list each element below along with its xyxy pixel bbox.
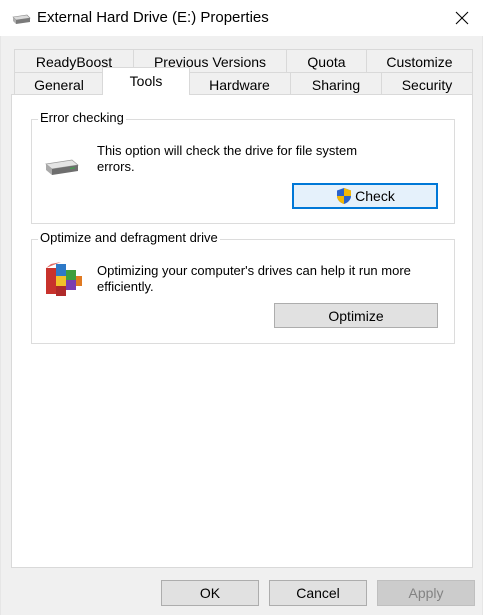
optimize-description-line1: Optimizing your computer's drives can he… bbox=[97, 263, 411, 278]
tab-customize[interactable]: Customize bbox=[366, 49, 473, 73]
error-checking-legend: Error checking bbox=[38, 110, 126, 125]
tab-sharing[interactable]: Sharing bbox=[290, 72, 382, 96]
hard-drive-icon bbox=[45, 159, 79, 175]
apply-button-label: Apply bbox=[408, 585, 444, 601]
tab-tools[interactable]: Tools bbox=[102, 67, 190, 95]
tab-hardware[interactable]: Hardware bbox=[188, 72, 291, 96]
optimize-button-label: Optimize bbox=[328, 307, 384, 324]
ok-button-label: OK bbox=[199, 585, 221, 601]
optimize-group: Optimize and defragment drive Optimizing… bbox=[31, 230, 455, 344]
error-checking-description-line2: errors. bbox=[97, 159, 135, 174]
defragment-icon bbox=[46, 262, 82, 296]
check-button-label: Check bbox=[355, 188, 395, 204]
check-button[interactable]: Check bbox=[292, 183, 438, 209]
error-checking-group: Error checking This option will check th… bbox=[31, 110, 455, 224]
close-icon bbox=[455, 11, 468, 25]
optimize-button[interactable]: Optimize bbox=[274, 303, 438, 328]
title-bar: External Hard Drive (E:) Properties bbox=[0, 0, 483, 36]
uac-shield-icon bbox=[337, 188, 352, 204]
tools-tab-panel: Error checking This option will check th… bbox=[11, 94, 473, 568]
optimize-description-line2: efficiently. bbox=[97, 279, 154, 294]
apply-button[interactable]: Apply bbox=[377, 580, 475, 606]
tab-general[interactable]: General bbox=[14, 72, 104, 96]
tab-quota[interactable]: Quota bbox=[286, 49, 367, 73]
tab-security[interactable]: Security bbox=[381, 72, 473, 96]
cancel-button-label: Cancel bbox=[296, 585, 340, 601]
close-button[interactable] bbox=[440, 0, 483, 36]
optimize-legend: Optimize and defragment drive bbox=[38, 230, 220, 245]
window-title: External Hard Drive (E:) Properties bbox=[37, 9, 269, 26]
cancel-button[interactable]: Cancel bbox=[269, 580, 367, 606]
ok-button[interactable]: OK bbox=[161, 580, 259, 606]
error-checking-description-line1: This option will check the drive for fil… bbox=[97, 143, 358, 158]
external-drive-icon bbox=[12, 14, 31, 24]
